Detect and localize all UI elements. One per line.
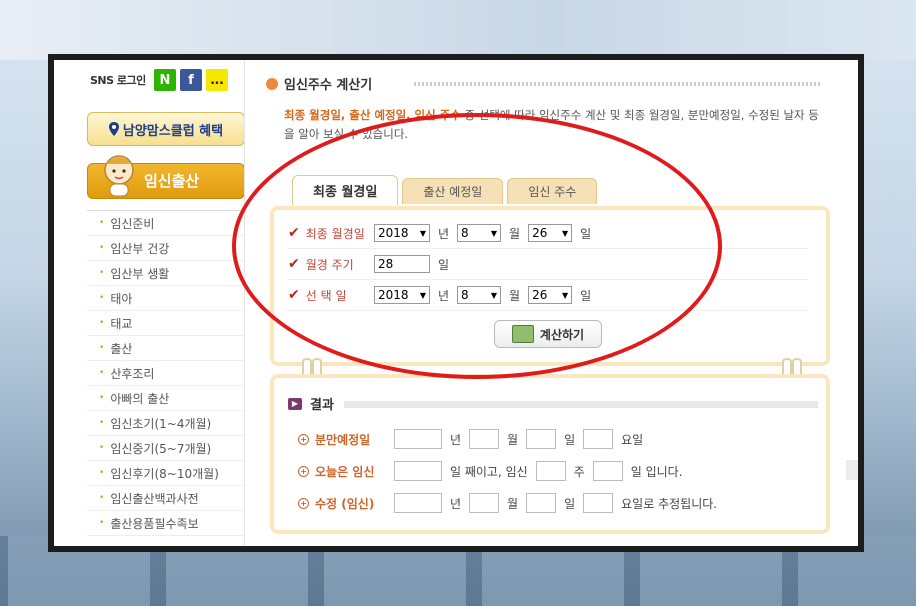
sidebar-item-label: 산후조리 <box>110 366 155 381</box>
bullet-icon: • <box>99 493 105 503</box>
result-weeks-field <box>535 461 566 481</box>
play-icon: ▶ <box>288 397 302 410</box>
title-bullet-icon <box>266 77 278 90</box>
sidebar-item[interactable]: • 출산용품필수족보 <box>87 511 245 536</box>
sidebar-item[interactable]: • 임신출산백과사전 <box>87 486 245 511</box>
result-day-field <box>526 493 557 513</box>
sidebar-item[interactable]: • 태아 <box>87 286 245 311</box>
result-row-conception: + 수정 (임신) 년 월 일 요일로 추정됩니다. <box>298 492 725 514</box>
bullet-icon: • <box>99 468 105 478</box>
plus-icon: + <box>298 497 309 509</box>
location-pin-icon <box>108 122 119 136</box>
unit-weekday: 요일 <box>621 432 644 447</box>
bullet-icon: • <box>99 443 105 453</box>
result-title-text: 결과 <box>310 398 334 413</box>
bullet-icon: • <box>99 268 105 278</box>
result-weekday-field <box>583 429 614 449</box>
pregnancy-category-button[interactable]: 임신출산 <box>87 155 245 199</box>
sns-login-label: SNS 로그인 <box>90 74 146 87</box>
result-row-due-date: + 분만예정일 년 월 일 요일 <box>298 428 651 450</box>
sidebar-item-label: 임신초기(1~4개월) <box>110 416 212 431</box>
sidebar: SNS 로그인 N f ... 남양맘스클럽 혜택 임신출산 • 임신준비 • … <box>82 60 245 546</box>
sidebar-item-label: 출산용품필수족보 <box>110 516 199 531</box>
bullet-icon: • <box>99 368 105 378</box>
sidebar-item[interactable]: • 산후조리 <box>87 361 245 386</box>
today-label: 오늘은 임신 <box>315 464 375 479</box>
sidebar-item[interactable]: • 임신준비 <box>87 211 245 236</box>
page-title-row: 임신주수 계산기 <box>266 74 372 93</box>
result-row-today: + 오늘은 임신 일 째이고, 임신 주 일 입니다. <box>298 460 691 482</box>
sidebar-item[interactable]: • 임산부 생활 <box>87 261 245 286</box>
conception-label: 수정 (임신) <box>315 496 375 511</box>
bullet-icon: • <box>99 293 105 303</box>
sidebar-item-label: 임신후기(8~10개월) <box>110 466 219 481</box>
result-month-field <box>469 493 500 513</box>
plus-icon: + <box>298 465 309 477</box>
due-date-label: 분만예정일 <box>315 432 371 447</box>
plus-icon: + <box>298 433 309 445</box>
sns-login: SNS 로그인 N f ... <box>90 68 228 92</box>
result-year-field <box>394 429 442 449</box>
benefit-label: 남양맘스클럽 혜택 <box>122 123 224 139</box>
bullet-icon: • <box>99 418 105 428</box>
scrollbar-fragment <box>846 460 858 480</box>
result-weekday-field <box>583 493 614 513</box>
result-panel: ▶ 결과 + 분만예정일 년 월 일 요일 + 오늘은 임신 일 째이고, 임신 주… <box>270 374 830 534</box>
sidebar-item-label: 임신출산백과사전 <box>110 491 199 506</box>
sidebar-item-label: 아빠의 출산 <box>110 391 170 406</box>
bullet-icon: • <box>99 343 105 353</box>
page-title: 임신주수 계산기 <box>284 78 373 93</box>
red-annotation-circle <box>232 113 722 379</box>
sidebar-item-label: 임신중기(5~7개월) <box>110 441 212 456</box>
facebook-icon[interactable]: f <box>179 69 202 91</box>
bullet-icon: • <box>99 318 105 328</box>
result-label: + 분만예정일 <box>298 431 394 448</box>
sidebar-item[interactable]: • 출산 <box>87 336 245 361</box>
result-label: + 오늘은 임신 <box>298 463 394 480</box>
background-top <box>0 0 916 60</box>
sidebar-item[interactable]: • 임신초기(1~4개월) <box>87 411 245 436</box>
result-extra-days-field <box>592 461 623 481</box>
unit-day: 일 <box>564 432 576 447</box>
sidebar-item[interactable]: • 임신후기(8~10개월) <box>87 461 245 486</box>
unit-month: 월 <box>507 496 519 511</box>
sidebar-item-label: 임산부 생활 <box>110 266 170 281</box>
unit-weekday-estimated: 요일로 추정됩니다. <box>621 496 718 511</box>
result-year-field <box>394 493 442 513</box>
benefit-button[interactable]: 남양맘스클럽 혜택 <box>87 112 245 146</box>
sidebar-item-label: 태교 <box>110 316 133 331</box>
unit-year: 년 <box>450 432 462 447</box>
bullet-icon: • <box>99 518 105 528</box>
result-title-bar <box>344 401 818 408</box>
sidebar-menu: • 임신준비 • 임산부 건강 • 임산부 생활 • 태아 • 태교 • 출산 • 산후조리 … <box>87 210 245 536</box>
title-divider <box>414 82 820 86</box>
mascot-icon <box>104 155 134 197</box>
naver-icon[interactable]: N <box>153 69 176 91</box>
sidebar-item[interactable]: • 아빠의 출산 <box>87 386 245 411</box>
result-label: + 수정 (임신) <box>298 495 394 512</box>
sidebar-item-label: 임신준비 <box>110 216 155 231</box>
unit-month: 월 <box>507 432 519 447</box>
bullet-icon: • <box>99 393 105 403</box>
sidebar-item-label: 태아 <box>110 291 133 306</box>
sidebar-item[interactable]: • 태교 <box>87 311 245 336</box>
today-text-2: 주 <box>573 464 585 479</box>
today-text-3: 일 입니다. <box>630 464 683 479</box>
sidebar-item-label: 임산부 건강 <box>110 241 170 256</box>
bullet-icon: • <box>99 243 105 253</box>
result-day-field <box>526 429 557 449</box>
sidebar-item[interactable]: • 임신중기(5~7개월) <box>87 436 245 461</box>
kakao-icon[interactable]: ... <box>205 69 228 91</box>
sidebar-item[interactable]: • 임산부 건강 <box>87 236 245 261</box>
today-text-1: 일 째이고, 임신 <box>450 464 528 479</box>
result-month-field <box>469 429 500 449</box>
unit-day: 일 <box>564 496 576 511</box>
sidebar-item-label: 출산 <box>110 341 133 356</box>
result-title: ▶ 결과 <box>288 394 334 413</box>
result-days-field <box>394 461 442 481</box>
unit-year: 년 <box>450 496 462 511</box>
pregnancy-category-label: 임신출산 <box>144 172 200 190</box>
bullet-icon: • <box>99 218 105 228</box>
sidebar-divider <box>244 60 245 546</box>
